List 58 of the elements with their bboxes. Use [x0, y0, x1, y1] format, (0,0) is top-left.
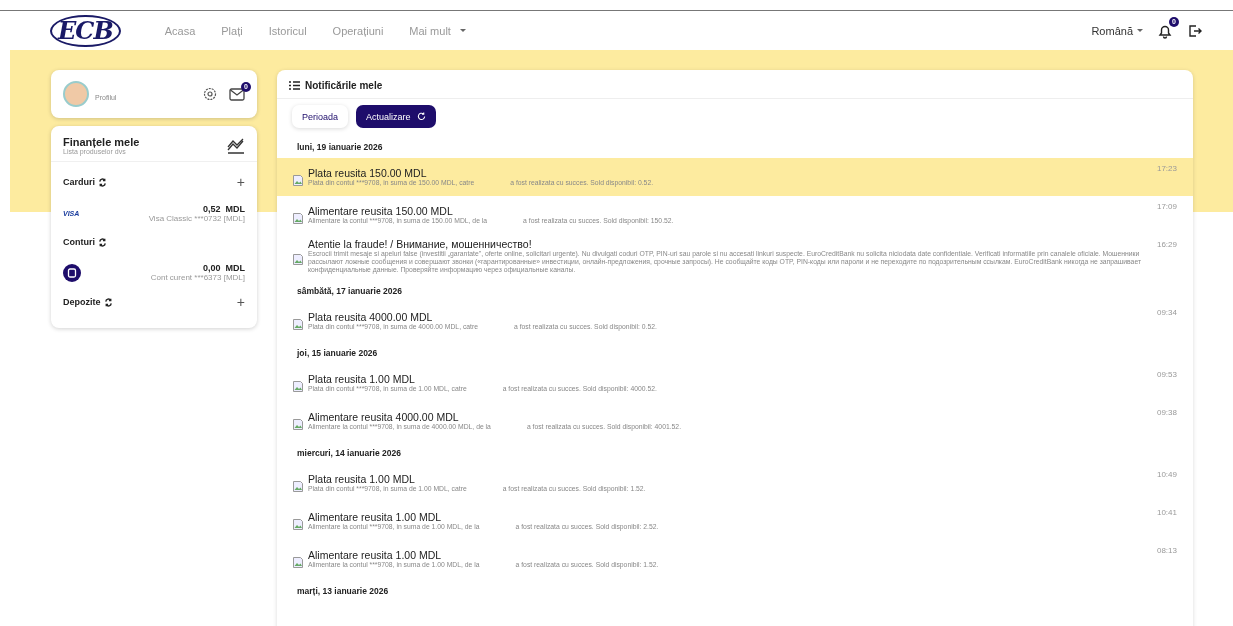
- product-name: Visa Classic ***0732 [MDL]: [148, 214, 245, 223]
- refresh-icon[interactable]: [103, 297, 113, 307]
- notification-time: 10:49: [1156, 470, 1177, 479]
- broken-image-icon: [293, 480, 303, 492]
- language-dropdown[interactable]: Română: [1091, 24, 1143, 37]
- notification-title: Plata reusita 1.00 MDL: [308, 473, 416, 485]
- refresh-icon[interactable]: [98, 237, 107, 247]
- broken-image-icon: [293, 556, 303, 568]
- notification-time: 16:29: [1156, 240, 1177, 249]
- date-header: marți, 13 ianuarie 2026: [296, 585, 390, 598]
- notification-title: Alimentare reusita 4000.00 MDL: [308, 411, 460, 423]
- balance-amount: 0,00 MDL: [203, 263, 245, 273]
- broken-image-icon: [293, 253, 303, 265]
- broken-image-icon: [293, 418, 303, 430]
- avatar-placeholder: [63, 81, 89, 107]
- date-header: sâmbătă, 17 ianuarie 2026: [296, 285, 403, 298]
- broken-image-icon: [293, 174, 303, 186]
- mail-icon[interactable]: [229, 87, 245, 101]
- notification-title: Alimentare reusita 150.00 MDL: [308, 205, 454, 217]
- add-button[interactable]: +: [236, 296, 245, 308]
- notification-time: 08:13: [1156, 546, 1177, 555]
- notification-time: 09:53: [1156, 370, 1177, 379]
- refresh-icon: [416, 112, 426, 121]
- notification-time: 10:41: [1156, 508, 1177, 517]
- refresh-icon[interactable]: [98, 177, 107, 187]
- notification-title: Atentie la fraude! / Внимание, мошенничество!: [308, 238, 533, 250]
- add-button[interactable]: +: [236, 176, 245, 188]
- notification-title: Plata reusita 4000.00 MDL: [308, 311, 434, 323]
- date-header: joi, 15 ianuarie 2026: [296, 347, 379, 360]
- section-title: Conturi: [63, 237, 95, 247]
- panel-title: Notificările mele: [305, 80, 383, 91]
- list-icon: [289, 81, 300, 90]
- chart-icon[interactable]: [227, 137, 245, 154]
- settings-icon[interactable]: [203, 87, 217, 101]
- date-header: luni, 19 ianuarie 2026: [296, 141, 384, 154]
- notification-title: Plata reusita 150.00 MDL: [308, 167, 428, 179]
- broken-image-icon: [293, 518, 303, 530]
- notification-time: 17:23: [1156, 164, 1177, 173]
- period-button[interactable]: Perioada: [292, 105, 349, 128]
- broken-image-icon: [293, 380, 303, 392]
- refresh-button[interactable]: Actualizare: [356, 105, 436, 128]
- finances-title: Finanțele mele: [63, 136, 140, 148]
- notification-title: Plata reusita 1.00 MDL: [308, 373, 416, 385]
- wallet-icon: [63, 263, 81, 282]
- bank-logo[interactable]: ECB: [50, 14, 121, 47]
- date-header: miercuri, 14 ianuarie 2026: [296, 447, 402, 460]
- balance-amount: 0,52 MDL: [203, 204, 245, 214]
- notification-time: 09:38: [1156, 408, 1177, 417]
- logout-icon[interactable]: [1187, 22, 1203, 39]
- notification-time: 09:34: [1156, 308, 1177, 317]
- broken-image-icon: [293, 318, 303, 330]
- product-name: Cont curent ***6373 [MDL]: [150, 273, 245, 282]
- notification-time: 17:09: [1156, 202, 1177, 211]
- notification-title: Alimentare reusita 1.00 MDL: [308, 511, 443, 523]
- notification-title: Alimentare reusita 1.00 MDL: [308, 549, 443, 561]
- section-title: Carduri: [63, 177, 95, 187]
- section-title: Depozite: [63, 297, 101, 307]
- broken-image-icon: [293, 212, 303, 224]
